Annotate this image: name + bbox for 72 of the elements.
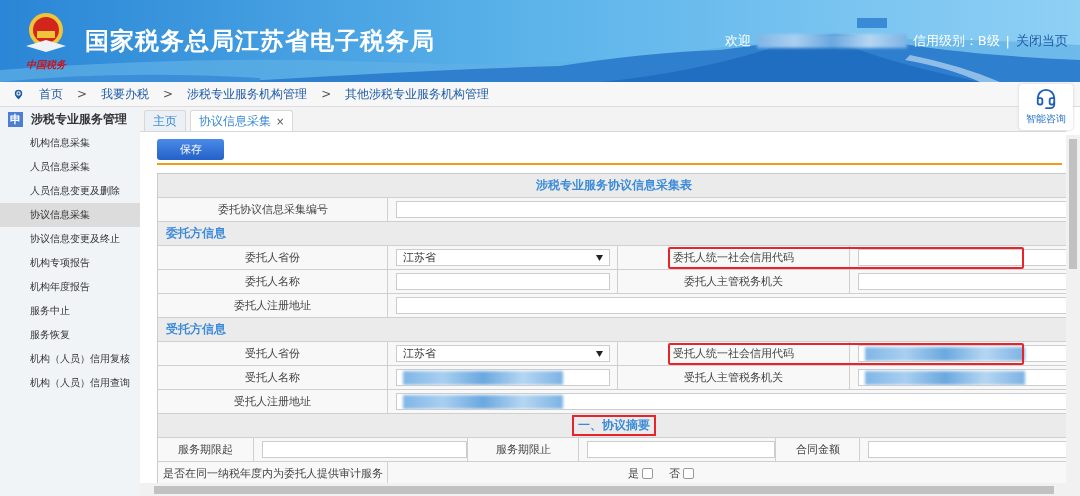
separator-text: |	[1005, 33, 1010, 49]
option-label: 是	[628, 466, 653, 481]
option-label: 否	[669, 466, 694, 481]
sidebar-item[interactable]: 人员信息变更及删除	[0, 179, 140, 203]
field-label: 委托人注册地址	[158, 294, 388, 317]
field-label: 委托人统一社会信用代码	[618, 246, 850, 269]
sidebar-item[interactable]: 机构专项报告	[0, 251, 140, 275]
credit-level: 信用级别：B级	[912, 32, 1000, 50]
location-pin-icon	[12, 87, 25, 101]
text-field[interactable]	[396, 297, 1066, 314]
text-field[interactable]	[868, 441, 1066, 458]
save-button[interactable]: 保存	[157, 139, 224, 160]
text-field[interactable]	[858, 369, 1066, 386]
breadcrumb-link[interactable]: 其他涉税专业服务机构管理	[345, 85, 490, 103]
breadcrumb-separator: >	[321, 87, 332, 101]
close-icon[interactable]: ×	[276, 115, 285, 127]
field-label: 受托人省份	[158, 342, 388, 365]
province-select[interactable]: 江苏省	[396, 249, 610, 266]
scrollbar-thumb[interactable]	[154, 485, 1054, 494]
province-select[interactable]: 江苏省	[396, 345, 610, 362]
text-field[interactable]	[858, 273, 1066, 290]
text-field[interactable]	[262, 441, 467, 458]
sidebar-item[interactable]: 服务恢复	[0, 323, 140, 347]
sidebar-item[interactable]: 机构（人员）信用复核	[0, 347, 140, 371]
breadcrumb-link[interactable]: 我要办税	[101, 85, 150, 103]
field-label: 合同金额	[776, 438, 860, 461]
field-label: 受托人注册地址	[158, 390, 388, 413]
checkbox[interactable]	[642, 468, 653, 479]
text-field[interactable]	[858, 345, 1066, 362]
text-field[interactable]	[396, 273, 610, 290]
field-label: 委托协议信息采集编号	[158, 198, 388, 221]
breadcrumb-separator: >	[163, 87, 174, 101]
field-label: 委托人名称	[158, 270, 388, 293]
field-label: 受托人主管税务机关	[618, 366, 850, 389]
section-heading: 委托方信息	[166, 226, 226, 241]
field-label: 委托人主管税务机关	[618, 270, 850, 293]
tab[interactable]: 协议信息采集 ×	[190, 110, 294, 131]
sidebar-item[interactable]: 协议信息采集	[0, 203, 140, 227]
breadcrumb-link[interactable]: 涉税专业服务机构管理	[187, 85, 308, 103]
section-heading: 受托方信息	[166, 322, 226, 337]
headset-icon	[1035, 88, 1057, 110]
scrollbar-thumb[interactable]	[1069, 139, 1077, 269]
caret-icon	[596, 350, 603, 357]
text-field[interactable]	[396, 369, 610, 386]
logo-caption: 中国税务	[26, 58, 66, 72]
text-field[interactable]	[587, 441, 775, 458]
text-field[interactable]	[396, 393, 1066, 410]
welcome-text: 欢迎	[724, 32, 751, 50]
sidebar-item[interactable]: 协议信息变更及终止	[0, 227, 140, 251]
field-label: 受托人统一社会信用代码	[618, 342, 850, 365]
sidebar-item[interactable]: 服务中止	[0, 299, 140, 323]
field-label: 服务期限止	[468, 438, 579, 461]
sidebar-item[interactable]: 人员信息采集	[0, 155, 140, 179]
breadcrumb-separator: >	[77, 87, 88, 101]
text-field[interactable]	[396, 201, 1066, 218]
field-label: 受托人名称	[158, 366, 388, 389]
text-field[interactable]	[858, 249, 1066, 266]
field-label: 服务期限起	[158, 438, 254, 461]
assistant-button[interactable]: 智能咨询	[1019, 84, 1073, 130]
caret-icon	[596, 254, 603, 261]
site-title: 国家税务总局江苏省电子税务局	[85, 26, 435, 57]
sidebar-heading: 涉税专业服务管理	[31, 110, 127, 128]
section-heading: 一、协议摘要	[574, 417, 654, 434]
form-title: 涉税专业服务协议信息采集表	[536, 178, 692, 193]
sidebar-item[interactable]: 机构信息采集	[0, 131, 140, 155]
sidebar-item[interactable]: 机构（人员）信用查询	[0, 371, 140, 395]
close-page-link[interactable]: 关闭当页	[1016, 32, 1068, 50]
field-label: 委托人省份	[158, 246, 388, 269]
menu-badge: 申	[8, 111, 23, 127]
sidebar-item[interactable]: 机构年度报告	[0, 275, 140, 299]
breadcrumb-link[interactable]: 首页	[39, 85, 63, 103]
checkbox[interactable]	[683, 468, 694, 479]
